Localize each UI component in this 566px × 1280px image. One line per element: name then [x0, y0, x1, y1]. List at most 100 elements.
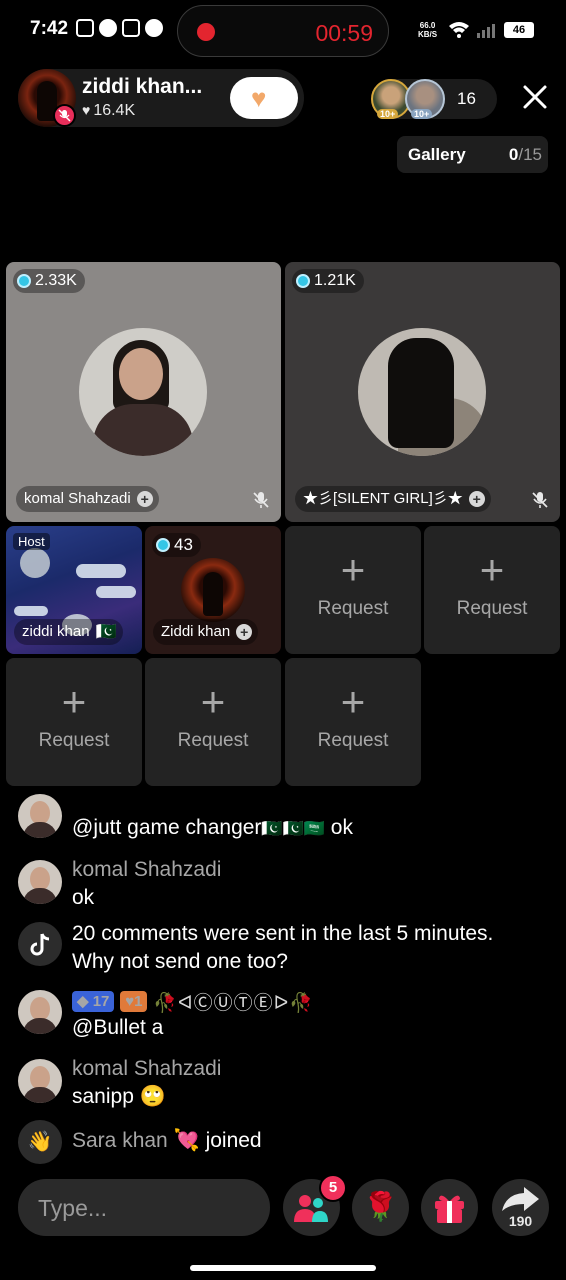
top-viewers[interactable]: 10+ 10+ 16 [371, 79, 497, 119]
guest-name-pill[interactable]: komal Shahzadi + [16, 486, 159, 512]
gift-button[interactable] [421, 1179, 478, 1236]
request-slot[interactable]: + Request [424, 526, 560, 654]
fan-badge: ♥1 [120, 991, 148, 1012]
notification-icons [76, 19, 163, 37]
message-text: sanipp 🙄 [72, 1085, 166, 1108]
diamond-icon [296, 274, 310, 288]
user-avatar[interactable] [18, 794, 62, 838]
system-text-line1: 20 comments were sent in the last 5 minu… [72, 922, 494, 945]
heart-icon: ♥ [251, 83, 267, 113]
gift-icon [435, 1195, 464, 1223]
viewer-rank-badge: 10+ [377, 109, 399, 119]
message-username[interactable]: komal Shahzadi [72, 858, 221, 882]
screen-recording-indicator[interactable]: 00:59 [177, 5, 389, 57]
follow-plus-icon[interactable]: + [136, 491, 153, 507]
diamond-icon [17, 274, 31, 288]
message-username: 🥀ᐊⒸⓊⓉⒺᐅ🥀 [153, 993, 314, 1014]
user-avatar[interactable] [18, 860, 62, 904]
diamond-icon [156, 538, 170, 552]
guest-score: 43 [152, 533, 201, 557]
host-profile-chip[interactable]: ziddi khan... ♥ 16.4K ♥ 3 [18, 69, 304, 127]
guest-name-pill[interactable]: ★彡[SILENT GIRL]彡★ + [295, 486, 491, 512]
guests-button[interactable]: 5 [283, 1174, 347, 1236]
host-tile-name: ziddi khan [22, 623, 90, 640]
request-label: Request [38, 730, 110, 751]
network-speed: 66.0 KB/S [418, 21, 437, 39]
comment-input[interactable]: Type... [18, 1179, 270, 1236]
guest-name: Ziddi khan [161, 623, 231, 640]
user-avatar[interactable] [18, 990, 62, 1034]
gallery-label: Gallery [408, 145, 466, 164]
wifi-icon [449, 22, 469, 38]
viewer-count: 16 [457, 89, 476, 108]
signal-icon [477, 24, 495, 38]
message-text: @Bullet a [72, 1016, 164, 1039]
request-slot[interactable]: + Request [285, 658, 421, 786]
plus-icon: + [479, 546, 505, 593]
host-tag: Host [13, 533, 50, 550]
message-user-badges[interactable]: ◆ 17 ♥1 🥀ᐊⒸⓊⓉⒺᐅ🥀 [72, 988, 314, 1015]
guest-score-value: 1.21K [314, 272, 356, 289]
top-viewer-avatar[interactable]: 10+ [405, 79, 445, 119]
guest-tile[interactable]: 1.21K ★彡[SILENT GIRL]彡★ + [285, 262, 560, 522]
follow-heart-button[interactable]: ♥ 3 [230, 77, 298, 119]
plus-icon: + [340, 678, 366, 725]
guest-name: ★彡[SILENT GIRL]彡★ [303, 490, 463, 507]
plus-icon: + [340, 546, 366, 593]
join-message: 👋 Sara khan 💘 joined [18, 1120, 558, 1164]
request-label: Request [177, 730, 249, 751]
home-indicator[interactable] [190, 1265, 376, 1271]
guest-score-value: 2.33K [35, 272, 77, 289]
joined-action: joined [205, 1129, 262, 1152]
chat-feed[interactable]: @jutt game changer🇵🇰🇵🇰🇸🇦 ok komal Shahza… [0, 790, 566, 1166]
request-label: Request [317, 730, 389, 751]
record-dot-icon [197, 23, 215, 41]
guest-tile[interactable]: 2.33K komal Shahzadi + [6, 262, 281, 522]
comment-placeholder: Type... [38, 1195, 108, 1221]
snapchat-icon [99, 19, 117, 37]
share-button[interactable]: 190 [492, 1179, 549, 1236]
net-speed-unit: KB/S [418, 30, 438, 39]
guest-avatar [358, 328, 486, 456]
gallery-button[interactable]: Gallery 0/15 [397, 136, 548, 173]
guest-tile[interactable]: 43 Ziddi khan + [145, 526, 281, 654]
message-username[interactable]: komal Shahzadi [72, 1057, 221, 1081]
notification-badge: 5 [319, 1174, 347, 1202]
flags: 🇵🇰🇵🇰🇸🇦 [261, 819, 325, 838]
plus-icon: + [200, 678, 226, 725]
chat-message: komal Shahzadi sanipp 🙄 [18, 1057, 558, 1108]
guest-score-value: 43 [174, 535, 193, 554]
guest-avatar [79, 328, 207, 456]
user-avatar[interactable] [18, 1059, 62, 1103]
follow-count: 3 [270, 99, 277, 111]
host-tile[interactable]: Host ziddi khan 🇵🇰 [6, 526, 142, 654]
guest-name-pill[interactable]: Ziddi khan + [153, 619, 259, 645]
request-label: Request [456, 598, 528, 619]
heart-icon: ♥ [82, 102, 91, 118]
guest-avatar [181, 558, 245, 622]
chat-message: @jutt game changer🇵🇰🇵🇰🇸🇦 ok [18, 794, 558, 840]
request-slot[interactable]: + Request [285, 526, 421, 654]
message-text: @jutt game changer🇵🇰🇵🇰🇸🇦 ok [72, 816, 353, 840]
host-name: ziddi khan... [82, 75, 203, 98]
message-text: ok [72, 886, 95, 909]
mic-off-icon [532, 492, 548, 508]
guest-name: komal Shahzadi [24, 490, 131, 507]
join-text: Sara khan 💘 joined [72, 1129, 262, 1153]
rose-gift-button[interactable]: 🌹 [352, 1179, 409, 1236]
share-icon [502, 1187, 539, 1211]
follow-plus-icon[interactable]: + [236, 624, 253, 640]
net-speed-value: 66.0 [419, 21, 436, 30]
muted-mic-icon [53, 104, 76, 127]
wave-icon: 👋 [18, 1120, 62, 1164]
request-slot[interactable]: + Request [6, 658, 142, 786]
host-name-pill[interactable]: ziddi khan 🇵🇰 [14, 619, 123, 645]
follow-plus-icon[interactable]: + [468, 491, 485, 507]
gallery-count-current: 0 [508, 145, 519, 164]
request-slot[interactable]: + Request [145, 658, 281, 786]
gallery-count-total: /15 [518, 145, 542, 164]
joined-username[interactable]: Sara khan 💘 [72, 1129, 200, 1152]
guest-score: 2.33K [13, 269, 85, 293]
close-icon[interactable] [520, 82, 550, 112]
request-label: Request [317, 598, 389, 619]
